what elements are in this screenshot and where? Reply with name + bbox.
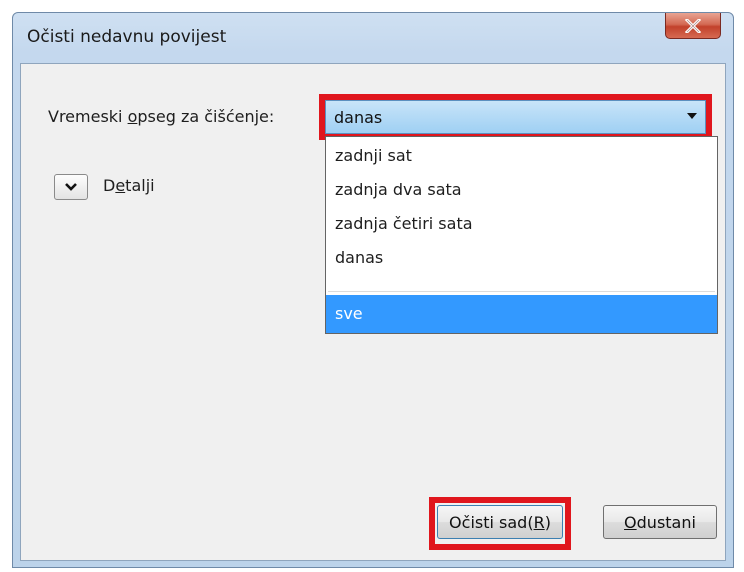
option-everything[interactable]: sve bbox=[326, 295, 717, 333]
clear-now-button[interactable]: Očisti sad(R) bbox=[437, 505, 563, 539]
close-button[interactable] bbox=[665, 13, 721, 39]
dropdown-separator bbox=[328, 291, 715, 292]
option-last-four-hours[interactable]: zadnja četiri sata bbox=[326, 207, 717, 241]
dropdown-arrow-icon bbox=[687, 113, 697, 119]
option-today[interactable]: danas bbox=[326, 241, 717, 275]
window-title: Očisti nedavnu povijest bbox=[27, 27, 227, 47]
close-x-icon bbox=[685, 18, 701, 33]
details-expand-button[interactable] bbox=[54, 174, 88, 200]
clear-history-dialog: Očisti nedavnu povijest Vremeski opseg z… bbox=[12, 12, 734, 568]
option-last-two-hours[interactable]: zadnja dva sata bbox=[326, 173, 717, 207]
dialog-content: Vremeski opseg za čišćenje: danas zadnji… bbox=[20, 63, 726, 561]
option-last-hour[interactable]: zadnji sat bbox=[326, 139, 717, 173]
time-range-selected-value: danas bbox=[334, 108, 383, 127]
time-range-select[interactable]: danas bbox=[325, 100, 706, 134]
time-range-dropdown-list: zadnji sat zadnja dva sata zadnja četiri… bbox=[325, 136, 718, 334]
time-range-label: Vremeski opseg za čišćenje: bbox=[48, 107, 275, 126]
background-page-strip bbox=[0, 0, 744, 12]
cancel-button[interactable]: Odustani bbox=[603, 505, 717, 539]
title-bar: Očisti nedavnu povijest bbox=[13, 13, 733, 63]
details-label[interactable]: Detalji bbox=[103, 176, 155, 195]
chevron-down-icon bbox=[65, 183, 77, 191]
